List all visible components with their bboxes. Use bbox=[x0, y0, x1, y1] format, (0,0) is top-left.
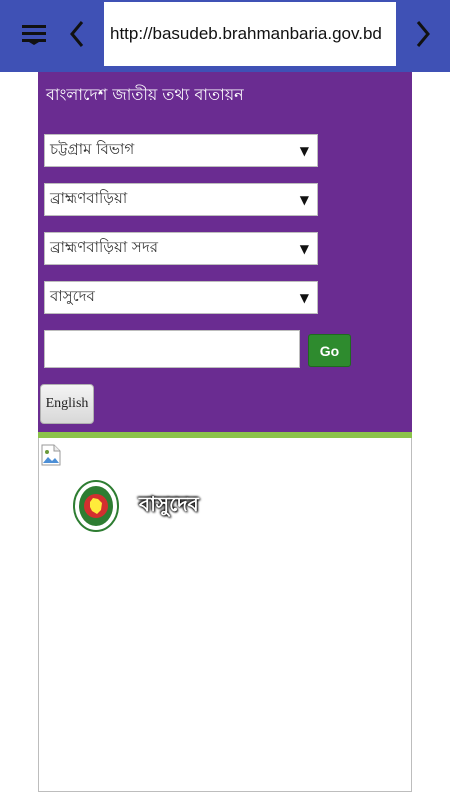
browser-toolbar bbox=[0, 0, 450, 72]
dropdown-arrow-icon: ▼ bbox=[299, 242, 309, 256]
menu-icon[interactable] bbox=[14, 14, 54, 54]
division-select[interactable]: চট্টগ্রাম বিভাগ ▼ bbox=[44, 134, 318, 167]
government-emblem-icon bbox=[73, 480, 119, 532]
content-area: বাসুদেব bbox=[38, 438, 412, 792]
dropdown-arrow-icon: ▼ bbox=[299, 193, 309, 207]
english-button[interactable]: English bbox=[40, 384, 94, 424]
union-select-value: বাসুদেব bbox=[50, 287, 95, 305]
union-select[interactable]: বাসুদেব ▼ bbox=[44, 281, 318, 314]
dropdown-arrow-icon: ▼ bbox=[299, 144, 309, 158]
chevron-left-icon[interactable] bbox=[62, 14, 92, 54]
chevron-right-icon[interactable] bbox=[408, 14, 438, 54]
site-name: বাসুদেব bbox=[139, 492, 199, 516]
go-button[interactable]: Go bbox=[308, 334, 351, 367]
upazila-select[interactable]: ব্রাহ্মণবাড়িয়া সদর ▼ bbox=[44, 232, 318, 265]
url-input[interactable] bbox=[104, 2, 396, 66]
division-select-value: চট্টগ্রাম বিভাগ bbox=[50, 140, 135, 158]
broken-image-icon bbox=[41, 444, 61, 466]
district-select[interactable]: ব্রাহ্মণবাড়িয়া ▼ bbox=[44, 183, 318, 216]
upazila-select-value: ব্রাহ্মণবাড়িয়া সদর bbox=[50, 238, 158, 256]
district-select-value: ব্রাহ্মণবাড়িয়া bbox=[50, 189, 128, 207]
search-input[interactable] bbox=[44, 330, 300, 368]
dropdown-arrow-icon: ▼ bbox=[299, 291, 309, 305]
portal-header: বাংলাদেশ জাতীয় তথ্য বাতায়ন চট্টগ্রাম ব… bbox=[38, 72, 412, 432]
portal-title: বাংলাদেশ জাতীয় তথ্য বাতায়ন bbox=[46, 85, 244, 104]
